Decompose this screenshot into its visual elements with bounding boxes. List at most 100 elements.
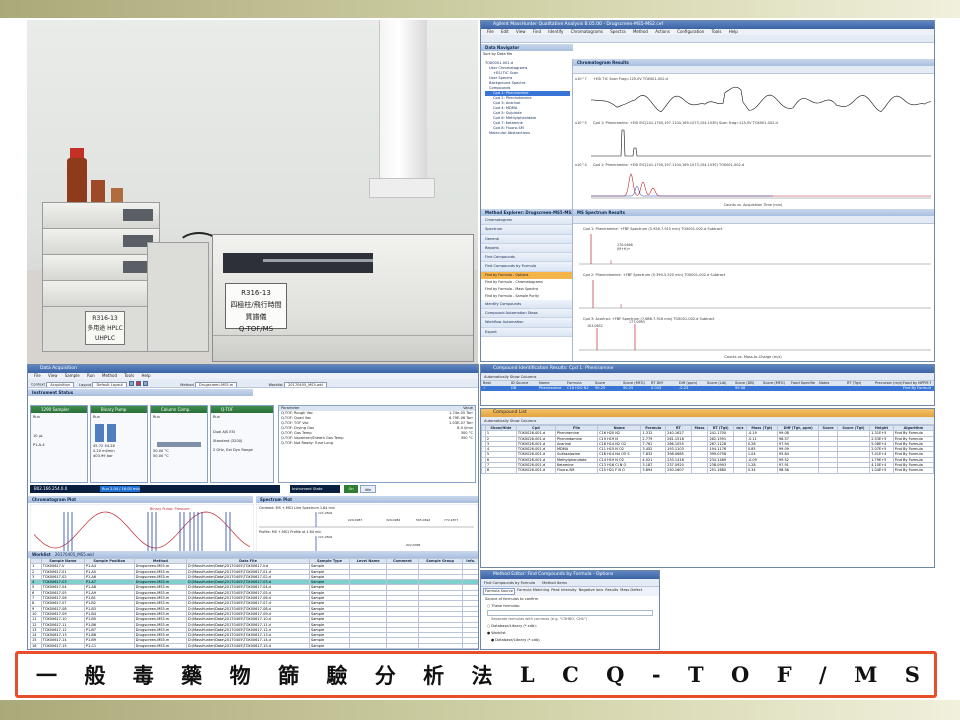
live-spectrum-plot[interactable]: Centroid: MS +-MS1 Line Spectrum 1.64 mi… xyxy=(256,504,478,556)
compound-cell xyxy=(818,467,838,474)
source-label: Source of formulas to confirm xyxy=(485,597,539,601)
auto-columns-toggle[interactable]: Automatically Show Columns xyxy=(484,375,536,379)
pressure-chromatogram[interactable]: Binary Pump: Pressure xyxy=(30,504,254,556)
explorer-item[interactable]: General xyxy=(481,234,572,244)
x-axis-caption: Counts vs. Mass-to-Charge (m/z) xyxy=(724,355,782,359)
menu-item[interactable]: View xyxy=(516,29,526,34)
menu-item[interactable]: Configuration xyxy=(677,29,704,34)
module-column[interactable]: Column Comp. Run 50.00 °C 50.00 °C xyxy=(150,405,208,483)
worklist-select[interactable]: 20170405_MS5.wkl xyxy=(283,381,327,387)
peak-label: 772.2877 xyxy=(444,518,458,522)
option-worklist[interactable]: ● Worklist xyxy=(481,630,659,637)
module-pump[interactable]: Binary Pump Run 45.72 54.28 0.20 ml/min … xyxy=(90,405,148,483)
menu-item[interactable]: Tools xyxy=(124,373,134,378)
explorer-subitem[interactable]: Find by Formula - Sample Purity xyxy=(481,293,572,300)
option-these-formulas[interactable]: ○ These formulas: xyxy=(481,603,659,610)
menu-item[interactable]: File xyxy=(487,29,494,34)
caption-char: 篩 xyxy=(277,662,299,688)
tab-negative-ions[interactable]: Negative Ions xyxy=(579,588,604,595)
menu-item[interactable]: View xyxy=(48,373,58,378)
worklist-cell: 16 xyxy=(30,642,42,649)
peak-label: 103.0632 xyxy=(587,324,603,328)
spectrum-plots[interactable]: Cpd 1: Pheniramine: +FBF Spectrum (5.926… xyxy=(573,224,935,362)
ident-cell: C16 H20 N2 xyxy=(567,386,589,390)
auto-columns-toggle[interactable]: Automatically Show Columns xyxy=(484,419,536,423)
chromatogram-plot-header: Chromatogram Plot xyxy=(28,496,253,503)
tree-node[interactable]: Molecular Abstractions xyxy=(485,131,570,136)
tab-formula-source[interactable]: Formula Source xyxy=(483,588,516,595)
tab-mass-defect[interactable]: Mass Defect xyxy=(620,588,642,595)
start-icon[interactable] xyxy=(129,380,135,386)
caption-char: 法 xyxy=(471,662,493,688)
menu-item[interactable]: Find xyxy=(533,29,541,34)
context-select[interactable]: Acquisition xyxy=(46,381,74,387)
menu-item[interactable]: Identify xyxy=(548,29,563,34)
ident-toolbar: Automatically Show Columns xyxy=(481,373,934,381)
tab-formula-matching[interactable]: Formula Matching xyxy=(517,588,549,595)
worklist-row[interactable]: 16 TOX00617-15 P1-C1 Drugscreen-MS5.m D:\Mas… xyxy=(30,642,478,649)
lc-module xyxy=(43,255,159,281)
menu-item[interactable]: Method xyxy=(102,373,117,378)
explorer-item[interactable]: Export xyxy=(481,327,572,337)
menu-item[interactable]: Spectra xyxy=(610,29,625,34)
worklist-header: Worklist 20170405_MS5.wkl xyxy=(28,551,478,558)
option-database[interactable]: ○ Database/Library (*.cdb): xyxy=(481,623,659,630)
method-tabs: Formula Source Formula Matching Peak Int… xyxy=(481,587,659,596)
menu-item[interactable]: Sample xyxy=(65,373,80,378)
method-select[interactable]: Drugscreen-MS5.m xyxy=(194,381,238,387)
qualitative-analysis-window: Agilent MassHunter Qualitative Analysis … xyxy=(480,20,935,362)
sort-label[interactable]: Sort by Data file xyxy=(483,52,512,57)
explorer-item[interactable]: Chromatogram xyxy=(481,216,572,226)
caption-char: 驗 xyxy=(326,662,348,688)
compound-row[interactable]: 8 TOX0026-001.d Fluoro-SM C15 H21 F N O 3.89… xyxy=(481,467,934,474)
explorer-item[interactable]: Spectrum xyxy=(481,225,572,235)
module-sampler[interactable]: 1290 Sampler Run 10 µL P1-A-4 xyxy=(30,405,88,483)
caption-char: S xyxy=(904,662,920,687)
menu-item[interactable]: Chromatograms xyxy=(571,29,603,34)
menu-item[interactable]: Method xyxy=(633,29,648,34)
menu-item[interactable]: Help xyxy=(729,29,738,34)
ident-cell xyxy=(763,386,791,391)
explorer-item-active[interactable]: Find by Formula - Options xyxy=(481,271,572,279)
module-qtof[interactable]: Q-TOF Run Dual AJS ESI Standard (3200) 2… xyxy=(210,405,274,483)
explorer-item[interactable]: Find Compounds xyxy=(481,253,572,263)
peak-label: 329.0984 xyxy=(386,518,400,522)
explorer-item[interactable]: Compound Automation Steps xyxy=(481,309,572,319)
explorer-item[interactable]: Workflow Automation xyxy=(481,318,572,328)
state-on-button[interactable]: On xyxy=(344,485,358,493)
menu-item[interactable]: Tools xyxy=(712,29,722,34)
instrument-state-label: Instrument State xyxy=(290,485,340,493)
explorer-subitem[interactable]: Find by Formula - Chromatograms xyxy=(481,279,572,286)
menu-item[interactable]: Actions xyxy=(655,29,670,34)
solvent-bottle-cap xyxy=(70,148,84,158)
trace-label: Cpd 1: Pheniramine: +ESI EIC(241.1700,19… xyxy=(593,121,778,125)
explorer-subitem[interactable]: Find by Formula - Mass Spectra xyxy=(481,286,572,293)
chromatogram-plots[interactable]: x10^7 +ESI TIC Scan Frag=125.0V TOX001-0… xyxy=(573,74,935,209)
ident-table-row[interactable]: ✓ DB Pheniramine C16 H20 N2 90.25 90.25 0.003 -… xyxy=(481,386,934,391)
window-title: Compound Identification Results: Cpd 1: … xyxy=(481,365,934,373)
layout-select[interactable]: Default Layout xyxy=(92,381,127,387)
menu-item[interactable]: Edit xyxy=(501,29,509,34)
chromatogram-toolbar xyxy=(573,66,934,81)
explorer-item[interactable]: Find Compounds by Formula xyxy=(481,262,572,272)
peak-label: 177.0993 xyxy=(629,320,645,324)
caption-char: / xyxy=(819,662,827,687)
menu-item[interactable]: Help xyxy=(141,373,150,378)
compound-cell: 98.56 xyxy=(776,467,820,474)
ident-cell xyxy=(819,386,847,391)
stop-icon[interactable] xyxy=(136,380,142,386)
pause-icon[interactable] xyxy=(143,380,149,386)
menu-item[interactable]: Run xyxy=(87,373,95,378)
menu-item[interactable]: File xyxy=(34,373,41,378)
explorer-item[interactable]: Identify Compounds xyxy=(481,299,572,310)
compound-cell: 8 xyxy=(484,467,517,474)
explorer-item[interactable]: Reports xyxy=(481,243,572,254)
compound-cell: Find By Formula xyxy=(892,467,934,474)
slide-caption: 一 般 毒 藥 物 篩 驗 分 析 法 L C Q - T O F / M S xyxy=(15,651,937,698)
state-idle-button[interactable]: Idle xyxy=(360,485,376,493)
peak-label: 121.0509 xyxy=(318,511,332,515)
column-icon xyxy=(157,442,201,447)
tab-results[interactable]: Results xyxy=(605,588,618,595)
tab-peak-intensity[interactable]: Peak Intensity xyxy=(551,588,576,595)
option-database-library[interactable]: ● Database/Library (*.cdb) xyxy=(481,637,659,644)
